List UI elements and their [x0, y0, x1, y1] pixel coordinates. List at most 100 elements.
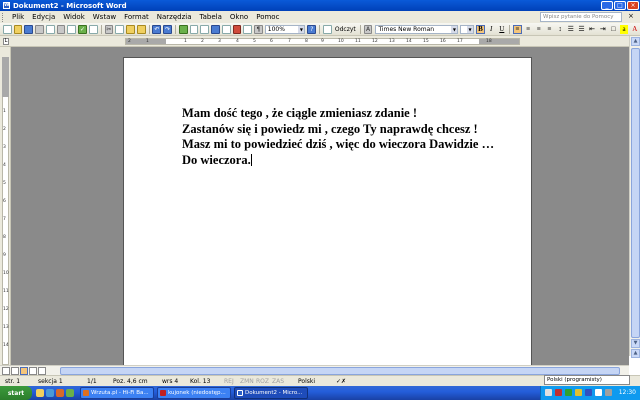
menu-file[interactable]: Plik — [8, 13, 28, 21]
zoom-select[interactable]: 100% ▼ — [264, 24, 306, 34]
network-icon[interactable] — [565, 389, 572, 396]
style-icon[interactable]: A — [363, 24, 373, 34]
bullets-icon[interactable]: ☰ — [577, 25, 586, 34]
scroll-up-icon[interactable]: ▲ — [631, 37, 640, 46]
start-button[interactable]: start — [0, 386, 32, 400]
open-icon[interactable] — [13, 24, 23, 34]
paste-icon[interactable] — [126, 24, 135, 34]
document-line[interactable]: Masz mi to powiedzieć dziś , więc do wie… — [182, 137, 494, 153]
menu-view[interactable]: Widok — [59, 13, 89, 21]
clock[interactable]: 12:30 — [619, 389, 636, 396]
underline-button[interactable]: U — [497, 25, 506, 34]
font-size-select[interactable]: ▼ — [460, 24, 475, 34]
status-zmn[interactable]: ZMN — [240, 378, 254, 385]
outline-view-icon[interactable] — [29, 367, 37, 375]
permission-icon[interactable] — [35, 24, 44, 34]
taskbar-item-kujonek[interactable]: kujonek (niedostęp... — [157, 387, 231, 399]
show-hide-icon[interactable]: ¶ — [254, 24, 263, 34]
increase-indent-icon[interactable]: ⇥ — [598, 25, 607, 34]
document-page[interactable]: Mam dość tego , że ciągle zmieniasz zdan… — [123, 57, 532, 367]
normal-view-icon[interactable] — [2, 367, 10, 375]
insert-table-icon[interactable] — [200, 24, 210, 34]
menu-format[interactable]: Format — [120, 13, 153, 21]
status-zas[interactable]: ZAS — [272, 378, 284, 385]
spelling-icon[interactable]: ✓ — [78, 24, 87, 34]
document-map-icon[interactable] — [243, 24, 253, 34]
horizontal-ruler[interactable]: L 2 1 1 2 3 4 5 6 7 8 9 10 11 12 13 14 1… — [0, 36, 640, 47]
align-left-icon[interactable]: ≡ — [513, 24, 522, 34]
document-text[interactable]: Mam dość tego , że ciągle zmieniasz zdan… — [182, 106, 494, 168]
format-painter-icon[interactable] — [136, 24, 146, 34]
reading-layout-icon[interactable] — [38, 367, 46, 375]
web-layout-icon[interactable] — [11, 367, 19, 375]
show-desktop-icon[interactable] — [36, 389, 44, 397]
volume-icon[interactable] — [595, 389, 602, 396]
title-bar[interactable]: W Dokument2 - Microsoft Word _ □ × — [0, 0, 640, 11]
document-line[interactable]: Do wieczora. — [182, 153, 251, 167]
quicklaunch-icon[interactable] — [66, 389, 74, 397]
scroll-thumb[interactable] — [631, 48, 640, 338]
menu-window[interactable]: Okno — [226, 13, 252, 21]
menu-grip[interactable] — [2, 12, 5, 22]
hyperlink-icon[interactable] — [178, 24, 188, 34]
font-select[interactable]: Times New Roman ▼ — [375, 24, 459, 34]
firefox-icon[interactable] — [56, 389, 64, 397]
hscroll-thumb[interactable] — [60, 367, 620, 375]
menu-help[interactable]: Pomoc — [252, 13, 283, 21]
print-preview-icon[interactable] — [67, 24, 77, 34]
messenger-tray-icon[interactable] — [575, 389, 582, 396]
new-document-icon[interactable] — [3, 24, 12, 34]
menu-table[interactable]: Tabela — [196, 13, 226, 21]
justify-icon[interactable]: ≡ — [545, 25, 554, 34]
taskbar-item-word[interactable]: Dokument2 - Micro... — [234, 387, 308, 399]
align-right-icon[interactable]: ≡ — [535, 25, 544, 34]
previous-page-icon[interactable]: ▲ — [631, 349, 640, 358]
save-icon[interactable] — [24, 24, 34, 34]
borders-icon[interactable]: □ — [609, 25, 618, 34]
help-icon[interactable]: ? — [307, 24, 317, 34]
menu-edit[interactable]: Edycja — [28, 13, 59, 21]
cut-icon[interactable]: ✂ — [104, 24, 114, 34]
print-icon[interactable] — [56, 24, 66, 34]
document-line[interactable]: Mam dość tego , że ciągle zmieniasz zdan… — [182, 106, 494, 122]
status-roz[interactable]: ROZ — [256, 378, 269, 385]
ie-icon[interactable] — [46, 389, 54, 397]
font-color-icon[interactable]: A — [630, 25, 639, 34]
insert-excel-icon[interactable] — [211, 24, 220, 34]
read-button[interactable]: Odczyt — [335, 26, 356, 33]
drawing-icon[interactable] — [232, 24, 242, 34]
status-language[interactable]: Polski — [298, 378, 315, 385]
tables-borders-icon[interactable] — [189, 24, 199, 34]
status-rej[interactable]: REJ — [224, 378, 234, 385]
vertical-ruler[interactable]: 1 2 3 4 5 6 7 8 9 10 11 12 13 14 — [0, 47, 11, 365]
decrease-indent-icon[interactable]: ⇤ — [588, 25, 597, 34]
safely-remove-icon[interactable] — [605, 389, 612, 396]
bluetooth-icon[interactable] — [585, 389, 592, 396]
redo-icon[interactable]: ↷ — [163, 24, 172, 34]
maximize-button[interactable]: □ — [614, 1, 626, 10]
align-center-icon[interactable]: ≡ — [524, 25, 533, 34]
scroll-down-icon[interactable]: ▼ — [631, 339, 640, 348]
numbering-icon[interactable]: ☰ — [566, 25, 575, 34]
help-search-input[interactable]: Wpisz pytanie do Pomocy — [540, 12, 622, 22]
close-button[interactable]: × — [627, 1, 639, 10]
close-document-icon[interactable]: × — [628, 12, 634, 20]
bold-button[interactable]: B — [476, 24, 485, 34]
highlight-icon[interactable]: a — [619, 24, 629, 34]
research-icon[interactable] — [88, 24, 98, 34]
print-layout-icon[interactable] — [20, 367, 28, 375]
email-icon[interactable] — [45, 24, 55, 34]
taskbar-item-wrzuta[interactable]: Wrzuta.pl - Hi-Fi Ba... — [80, 387, 154, 399]
menu-insert[interactable]: Wstaw — [89, 13, 120, 21]
spelling-status-icon[interactable]: ✓✗ — [336, 378, 346, 385]
language-bar[interactable]: Polski (programisty) — [544, 375, 630, 385]
language-icon[interactable] — [545, 389, 552, 396]
copy-icon[interactable] — [115, 24, 125, 34]
undo-icon[interactable]: ↶ — [152, 24, 162, 34]
vertical-scrollbar[interactable]: ▲ ▼ ▲ — [629, 36, 640, 358]
columns-icon[interactable] — [221, 24, 231, 34]
read-icon[interactable] — [323, 24, 332, 34]
italic-button[interactable]: I — [487, 25, 496, 34]
word-icon[interactable]: W — [3, 2, 10, 9]
tab-stop-icon[interactable]: L — [3, 38, 9, 45]
